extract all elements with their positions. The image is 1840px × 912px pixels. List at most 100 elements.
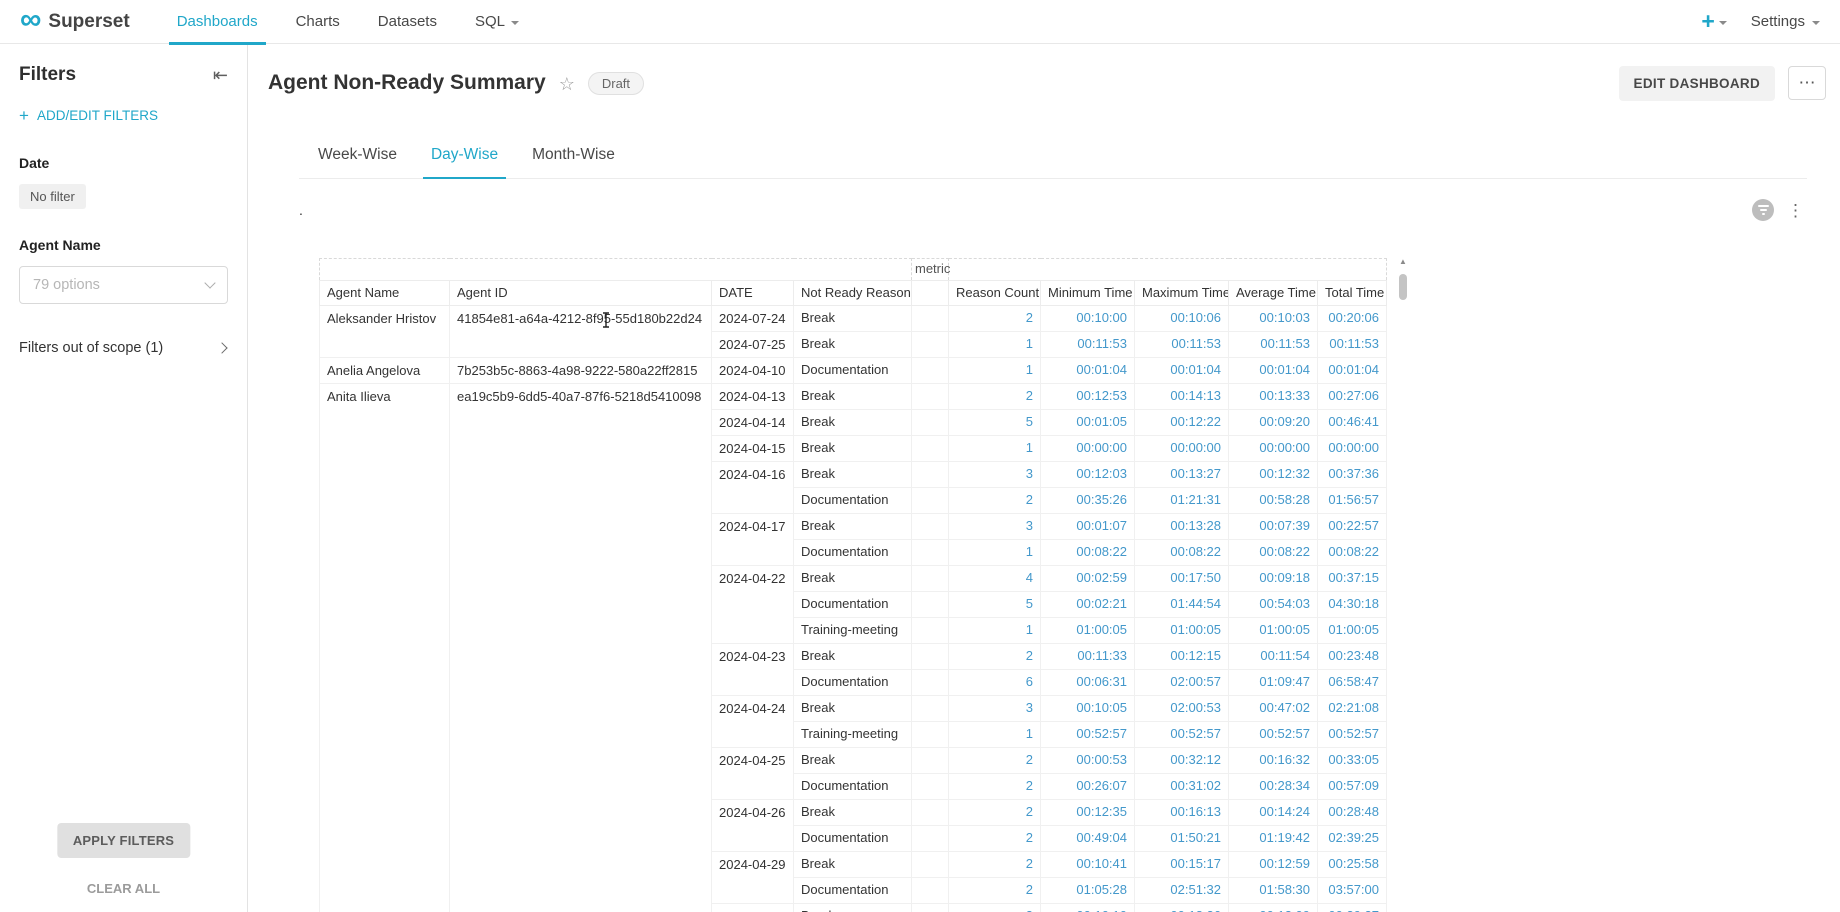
chart-kebab-menu[interactable]: ⋮ — [1787, 202, 1804, 219]
cell-reason: Break — [794, 852, 912, 878]
cell-date: 2024-04-22 — [712, 566, 794, 644]
cell-total-time: 00:52:57 — [1318, 722, 1387, 748]
cell-count: 2 — [949, 800, 1041, 826]
cell-min-time: 00:02:59 — [1041, 566, 1135, 592]
tab-week-wise[interactable]: Week-Wise — [301, 134, 414, 178]
cell-min-time: 00:12:35 — [1041, 800, 1135, 826]
filters-sidebar: Filters ⇤ + ADD/EDIT FILTERS Date No fil… — [0, 44, 248, 912]
dashboard-main: Agent Non-Ready Summary ☆ Draft EDIT DAS… — [248, 44, 1840, 912]
table-row: Anita Ilievaea19c5b9-6dd5-40a7-87f6-5218… — [320, 384, 1387, 410]
chart-title: . — [299, 202, 303, 218]
dashboard-menu-button[interactable]: ⋯ — [1788, 66, 1826, 100]
cell-min-time: 00:08:22 — [1041, 540, 1135, 566]
column-header: DATE — [712, 281, 794, 306]
clear-all-button[interactable]: CLEAR ALL — [87, 881, 160, 896]
add-edit-filters-button[interactable]: + ADD/EDIT FILTERS — [19, 107, 228, 124]
cell-date: 2024-04-10 — [712, 358, 794, 384]
cell-metric-spacer — [912, 878, 949, 904]
cell-total-time: 04:30:18 — [1318, 592, 1387, 618]
cell-min-time: 00:10:05 — [1041, 696, 1135, 722]
select-placeholder: 79 options — [33, 277, 100, 293]
cell-count: 1 — [949, 358, 1041, 384]
chevron-down-icon — [204, 277, 215, 288]
tab-month-wise[interactable]: Month-Wise — [515, 134, 632, 178]
chart-header: . ⋮ — [299, 199, 1804, 221]
chevron-down-icon — [511, 21, 519, 25]
cell-date: 2024-04-15 — [712, 436, 794, 462]
cell-count: 5 — [949, 592, 1041, 618]
collapse-sidebar-icon[interactable]: ⇤ — [213, 66, 228, 84]
cell-avg-time: 00:16:32 — [1229, 748, 1318, 774]
cell-count: 2 — [949, 878, 1041, 904]
cell-max-time: 02:00:53 — [1135, 696, 1229, 722]
tab-day-wise[interactable]: Day-Wise — [414, 134, 515, 178]
filters-out-of-scope[interactable]: Filters out of scope (1) — [19, 340, 228, 356]
cell-max-time: 02:00:57 — [1135, 670, 1229, 696]
cell-reason: Documentation — [794, 878, 912, 904]
cell-total-time: 00:37:15 — [1318, 566, 1387, 592]
cell-max-time: 00:10:06 — [1135, 306, 1229, 332]
scrollbar-thumb[interactable] — [1399, 274, 1407, 300]
cell-metric-spacer — [912, 358, 949, 384]
ellipsis-icon: ⋯ — [1799, 73, 1816, 93]
cell-avg-time: 00:12:32 — [1229, 462, 1318, 488]
cell-metric-spacer — [912, 410, 949, 436]
cell-reason: Break — [794, 332, 912, 358]
column-header: Maximum Time — [1135, 281, 1229, 306]
cell-max-time: 00:01:04 — [1135, 358, 1229, 384]
agent-name-select[interactable]: 79 options — [19, 266, 228, 304]
cell-count: 3 — [949, 696, 1041, 722]
header-spacer-cell — [949, 259, 1387, 281]
cell-reason: Documentation — [794, 358, 912, 384]
cell-max-time: 00:08:22 — [1135, 540, 1229, 566]
nav-menu: Dashboards Charts Datasets SQL — [158, 0, 538, 44]
column-header: Agent Name — [320, 281, 450, 306]
cell-reason: Break — [794, 904, 912, 912]
settings-menu[interactable]: Settings — [1751, 13, 1820, 30]
nav-right: + Settings — [1701, 10, 1820, 33]
cell-max-time: 00:16:13 — [1135, 800, 1229, 826]
cell-min-time: 00:00:00 — [1041, 436, 1135, 462]
cell-max-time: 00:17:50 — [1135, 566, 1229, 592]
table-scrollbar[interactable]: ▲ — [1396, 256, 1410, 912]
cell-date: 2024-05-01 — [712, 904, 794, 912]
scroll-up-arrow-icon[interactable]: ▲ — [1396, 256, 1410, 268]
cell-agent-id: 7b253b5c-8863-4a98-9222-580a22ff2815 — [450, 358, 712, 384]
cell-total-time: 06:58:47 — [1318, 670, 1387, 696]
cell-count: 2 — [949, 826, 1041, 852]
chevron-down-icon — [1812, 21, 1820, 25]
nav-item-sql[interactable]: SQL — [456, 0, 538, 44]
cell-max-time: 00:32:12 — [1135, 748, 1229, 774]
column-header: Minimum Time — [1041, 281, 1135, 306]
filters-header: Filters ⇤ — [19, 64, 228, 86]
cell-min-time: 00:12:53 — [1041, 384, 1135, 410]
nav-item-charts[interactable]: Charts — [277, 0, 359, 44]
cell-date: 2024-07-24 — [712, 306, 794, 332]
cell-agent-name: Anita Ilieva — [320, 384, 450, 912]
apply-filters-button[interactable]: APPLY FILTERS — [57, 823, 190, 858]
applied-filters-icon[interactable] — [1752, 199, 1774, 221]
chevron-right-icon — [216, 342, 227, 353]
cell-date: 2024-04-26 — [712, 800, 794, 852]
cell-max-time: 02:51:32 — [1135, 878, 1229, 904]
cell-avg-time: 00:00:00 — [1229, 436, 1318, 462]
dashboard-header: Agent Non-Ready Summary ☆ Draft EDIT DAS… — [248, 44, 1840, 122]
nav-item-dashboards[interactable]: Dashboards — [158, 0, 277, 44]
favorite-star-icon[interactable]: ☆ — [559, 74, 575, 95]
agent-name-filter-label: Agent Name — [19, 237, 228, 253]
cell-max-time: 01:50:21 — [1135, 826, 1229, 852]
new-item-button[interactable]: + — [1701, 10, 1726, 33]
cell-avg-time: 00:11:54 — [1229, 644, 1318, 670]
edit-dashboard-button[interactable]: EDIT DASHBOARD — [1619, 66, 1775, 101]
pivot-table: metricAgent NameAgent IDDATENot Ready Re… — [319, 258, 1387, 912]
nav-item-datasets[interactable]: Datasets — [359, 0, 456, 44]
cell-avg-time: 00:09:18 — [1229, 566, 1318, 592]
cell-metric-spacer — [912, 514, 949, 540]
cell-reason: Break — [794, 514, 912, 540]
column-header: Total Time — [1318, 281, 1387, 306]
cell-max-time: 00:00:00 — [1135, 436, 1229, 462]
cell-avg-time: 00:14:24 — [1229, 800, 1318, 826]
cell-min-time: 00:26:07 — [1041, 774, 1135, 800]
superset-logo[interactable]: ∞ Superset — [20, 11, 130, 33]
cell-min-time: 00:11:33 — [1041, 644, 1135, 670]
